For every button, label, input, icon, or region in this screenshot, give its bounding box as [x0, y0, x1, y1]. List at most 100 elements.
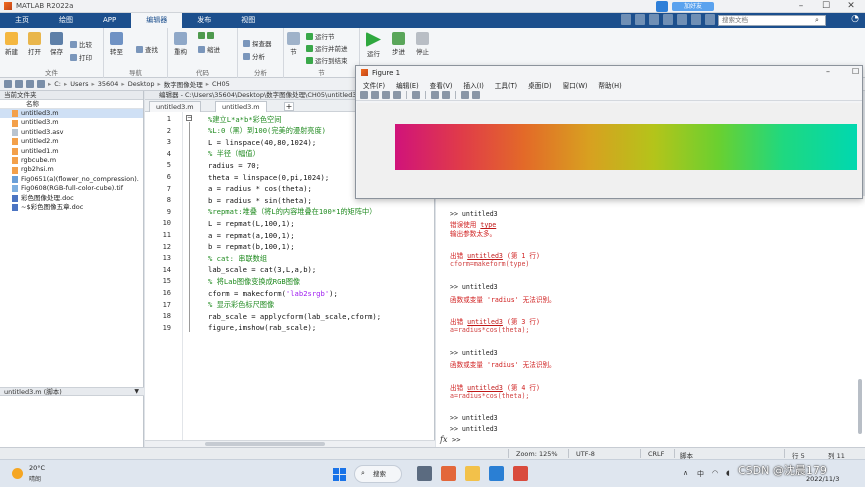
- run-section-button[interactable]: 运行节: [306, 31, 335, 41]
- cut-quick-icon[interactable]: [635, 14, 645, 25]
- command-window[interactable]: >> untitled3 错误使用 type 输出参数太多。 出错 untitled3…: [436, 196, 865, 447]
- breadcrumb-ch05[interactable]: CH05: [212, 80, 230, 88]
- property-editor-icon[interactable]: [472, 91, 480, 99]
- indent-button[interactable]: 缩进: [198, 44, 220, 54]
- figure-menu-item[interactable]: 窗口(W): [563, 80, 588, 90]
- name-column-header[interactable]: 名称: [0, 100, 143, 109]
- find-button[interactable]: 查找: [136, 44, 158, 54]
- minimize-icon[interactable]: –: [790, 0, 812, 13]
- details-bar[interactable]: untitled3.m (脚本) ▼: [0, 387, 144, 396]
- open-file-icon[interactable]: [371, 91, 379, 99]
- chevron-down-icon[interactable]: ▼: [134, 388, 139, 396]
- maximize-icon[interactable]: ☐: [815, 0, 837, 13]
- editor-horizontal-scrollbar[interactable]: [145, 440, 435, 447]
- matlab-app-icon[interactable]: [441, 466, 456, 481]
- run-button[interactable]: 运行: [366, 32, 381, 58]
- copy-quick-icon[interactable]: [649, 14, 659, 25]
- file-row[interactable]: rgbcube.m: [0, 156, 143, 165]
- forward-icon[interactable]: [15, 80, 23, 88]
- paste-quick-icon[interactable]: [663, 14, 673, 25]
- file-row[interactable]: ~$彩色图像五章.doc: [0, 203, 143, 212]
- section-button[interactable]: 节: [287, 32, 300, 56]
- insert-legend-icon[interactable]: [442, 91, 450, 99]
- file-explorer-icon[interactable]: [465, 466, 480, 481]
- file-row[interactable]: rgb2hsi.m: [0, 165, 143, 174]
- help-quick-icon[interactable]: [705, 14, 715, 25]
- compare-button[interactable]: 比较: [70, 39, 92, 49]
- figure-menu-item[interactable]: 文件(F): [363, 80, 385, 90]
- file-row[interactable]: untitled1.m: [0, 147, 143, 156]
- open-button[interactable]: 打开: [28, 32, 41, 56]
- figure-menu-item[interactable]: 插入(I): [463, 80, 483, 90]
- error-link[interactable]: untitled3: [467, 318, 503, 326]
- figure-menu-item[interactable]: 桌面(D): [528, 80, 551, 90]
- figure-menu-item[interactable]: 帮助(H): [598, 80, 621, 90]
- stop-button[interactable]: 停止: [416, 32, 429, 56]
- refactor-button[interactable]: 重构: [174, 32, 187, 56]
- fold-toggle-icon[interactable]: −: [186, 115, 192, 121]
- editor-tab-2[interactable]: untitled3.m: [215, 101, 267, 112]
- figure-menu-item[interactable]: 编辑(E): [396, 80, 419, 90]
- weather-description[interactable]: 晴朗: [29, 474, 41, 483]
- tab-home[interactable]: 主页: [0, 13, 44, 28]
- breadcrumb-user[interactable]: 35604: [98, 80, 119, 88]
- breadcrumb-folder[interactable]: 数字图像处理: [164, 79, 203, 89]
- link-plot-icon[interactable]: [412, 91, 420, 99]
- browse-folder-icon[interactable]: [37, 80, 45, 88]
- close-icon[interactable]: ✕: [840, 0, 862, 13]
- tab-view[interactable]: 视图: [226, 13, 270, 28]
- doc-search-input[interactable]: 搜索文档: [718, 15, 826, 26]
- print-figure-icon[interactable]: [393, 91, 401, 99]
- tab-apps[interactable]: APP: [88, 13, 131, 28]
- minimize-icon[interactable]: –: [826, 67, 830, 76]
- search-icon[interactable]: ⌕: [815, 16, 819, 25]
- run-to-end-button[interactable]: 运行到结束: [306, 55, 348, 65]
- weather-temperature[interactable]: 20°C: [29, 464, 45, 472]
- breadcrumb-desktop[interactable]: Desktop: [128, 80, 155, 88]
- user-icon[interactable]: [656, 1, 668, 12]
- insert-colorbar-icon[interactable]: [431, 91, 439, 99]
- bell-icon[interactable]: ◔: [851, 14, 859, 24]
- editor-tab-1[interactable]: untitled3.m: [149, 101, 201, 112]
- profiler-button[interactable]: 探查器: [243, 38, 272, 48]
- goto-button[interactable]: 转至: [110, 32, 123, 56]
- breadcrumb-c[interactable]: C:: [54, 80, 61, 88]
- save-figure-icon[interactable]: [382, 91, 390, 99]
- up-folder-icon[interactable]: [26, 80, 34, 88]
- edge-browser-icon[interactable]: [489, 466, 504, 481]
- file-row[interactable]: untitled3.asv: [0, 128, 143, 137]
- chevron-up-icon[interactable]: ∧: [683, 469, 688, 477]
- file-row[interactable]: Fig0651(a)(flower_no_compression).: [0, 175, 143, 184]
- run-advance-button[interactable]: 运行并前进: [306, 43, 348, 53]
- breadcrumb-users[interactable]: Users: [70, 80, 88, 88]
- file-row[interactable]: untitled3.m: [0, 109, 143, 119]
- app-icon[interactable]: [513, 466, 528, 481]
- command-scrollbar[interactable]: [858, 379, 862, 434]
- redo-quick-icon[interactable]: [691, 14, 701, 25]
- file-row[interactable]: 彩色图像处理.doc: [0, 194, 143, 203]
- comment-button[interactable]: [198, 32, 214, 39]
- pointer-icon[interactable]: [461, 91, 469, 99]
- undo-quick-icon[interactable]: [677, 14, 687, 25]
- new-figure-icon[interactable]: [360, 91, 368, 99]
- back-icon[interactable]: [4, 80, 12, 88]
- add-tab-icon[interactable]: +: [284, 102, 294, 111]
- error-link[interactable]: untitled3: [467, 384, 503, 392]
- print-button[interactable]: 打印: [70, 52, 92, 62]
- save-button[interactable]: 保存: [50, 32, 63, 56]
- start-menu-icon[interactable]: [333, 468, 346, 481]
- new-button[interactable]: 新建: [5, 32, 18, 56]
- error-link[interactable]: untitled3: [467, 252, 503, 260]
- task-view-icon[interactable]: [417, 466, 432, 481]
- lang-indicator[interactable]: 中: [697, 469, 704, 479]
- figure-menu-item[interactable]: 工具(T): [495, 80, 517, 90]
- wifi-icon[interactable]: ◠: [712, 469, 718, 477]
- share-button[interactable]: 加好友: [672, 2, 714, 11]
- function-browser-icon[interactable]: fx: [440, 435, 447, 444]
- tab-editor[interactable]: 编辑器: [131, 13, 183, 28]
- figure-menu-item[interactable]: 查看(V): [430, 80, 453, 90]
- sun-icon[interactable]: [12, 468, 23, 479]
- analyze-button[interactable]: 分析: [243, 51, 265, 61]
- tab-publish[interactable]: 发布: [182, 13, 226, 28]
- volume-icon[interactable]: ◖: [726, 469, 730, 477]
